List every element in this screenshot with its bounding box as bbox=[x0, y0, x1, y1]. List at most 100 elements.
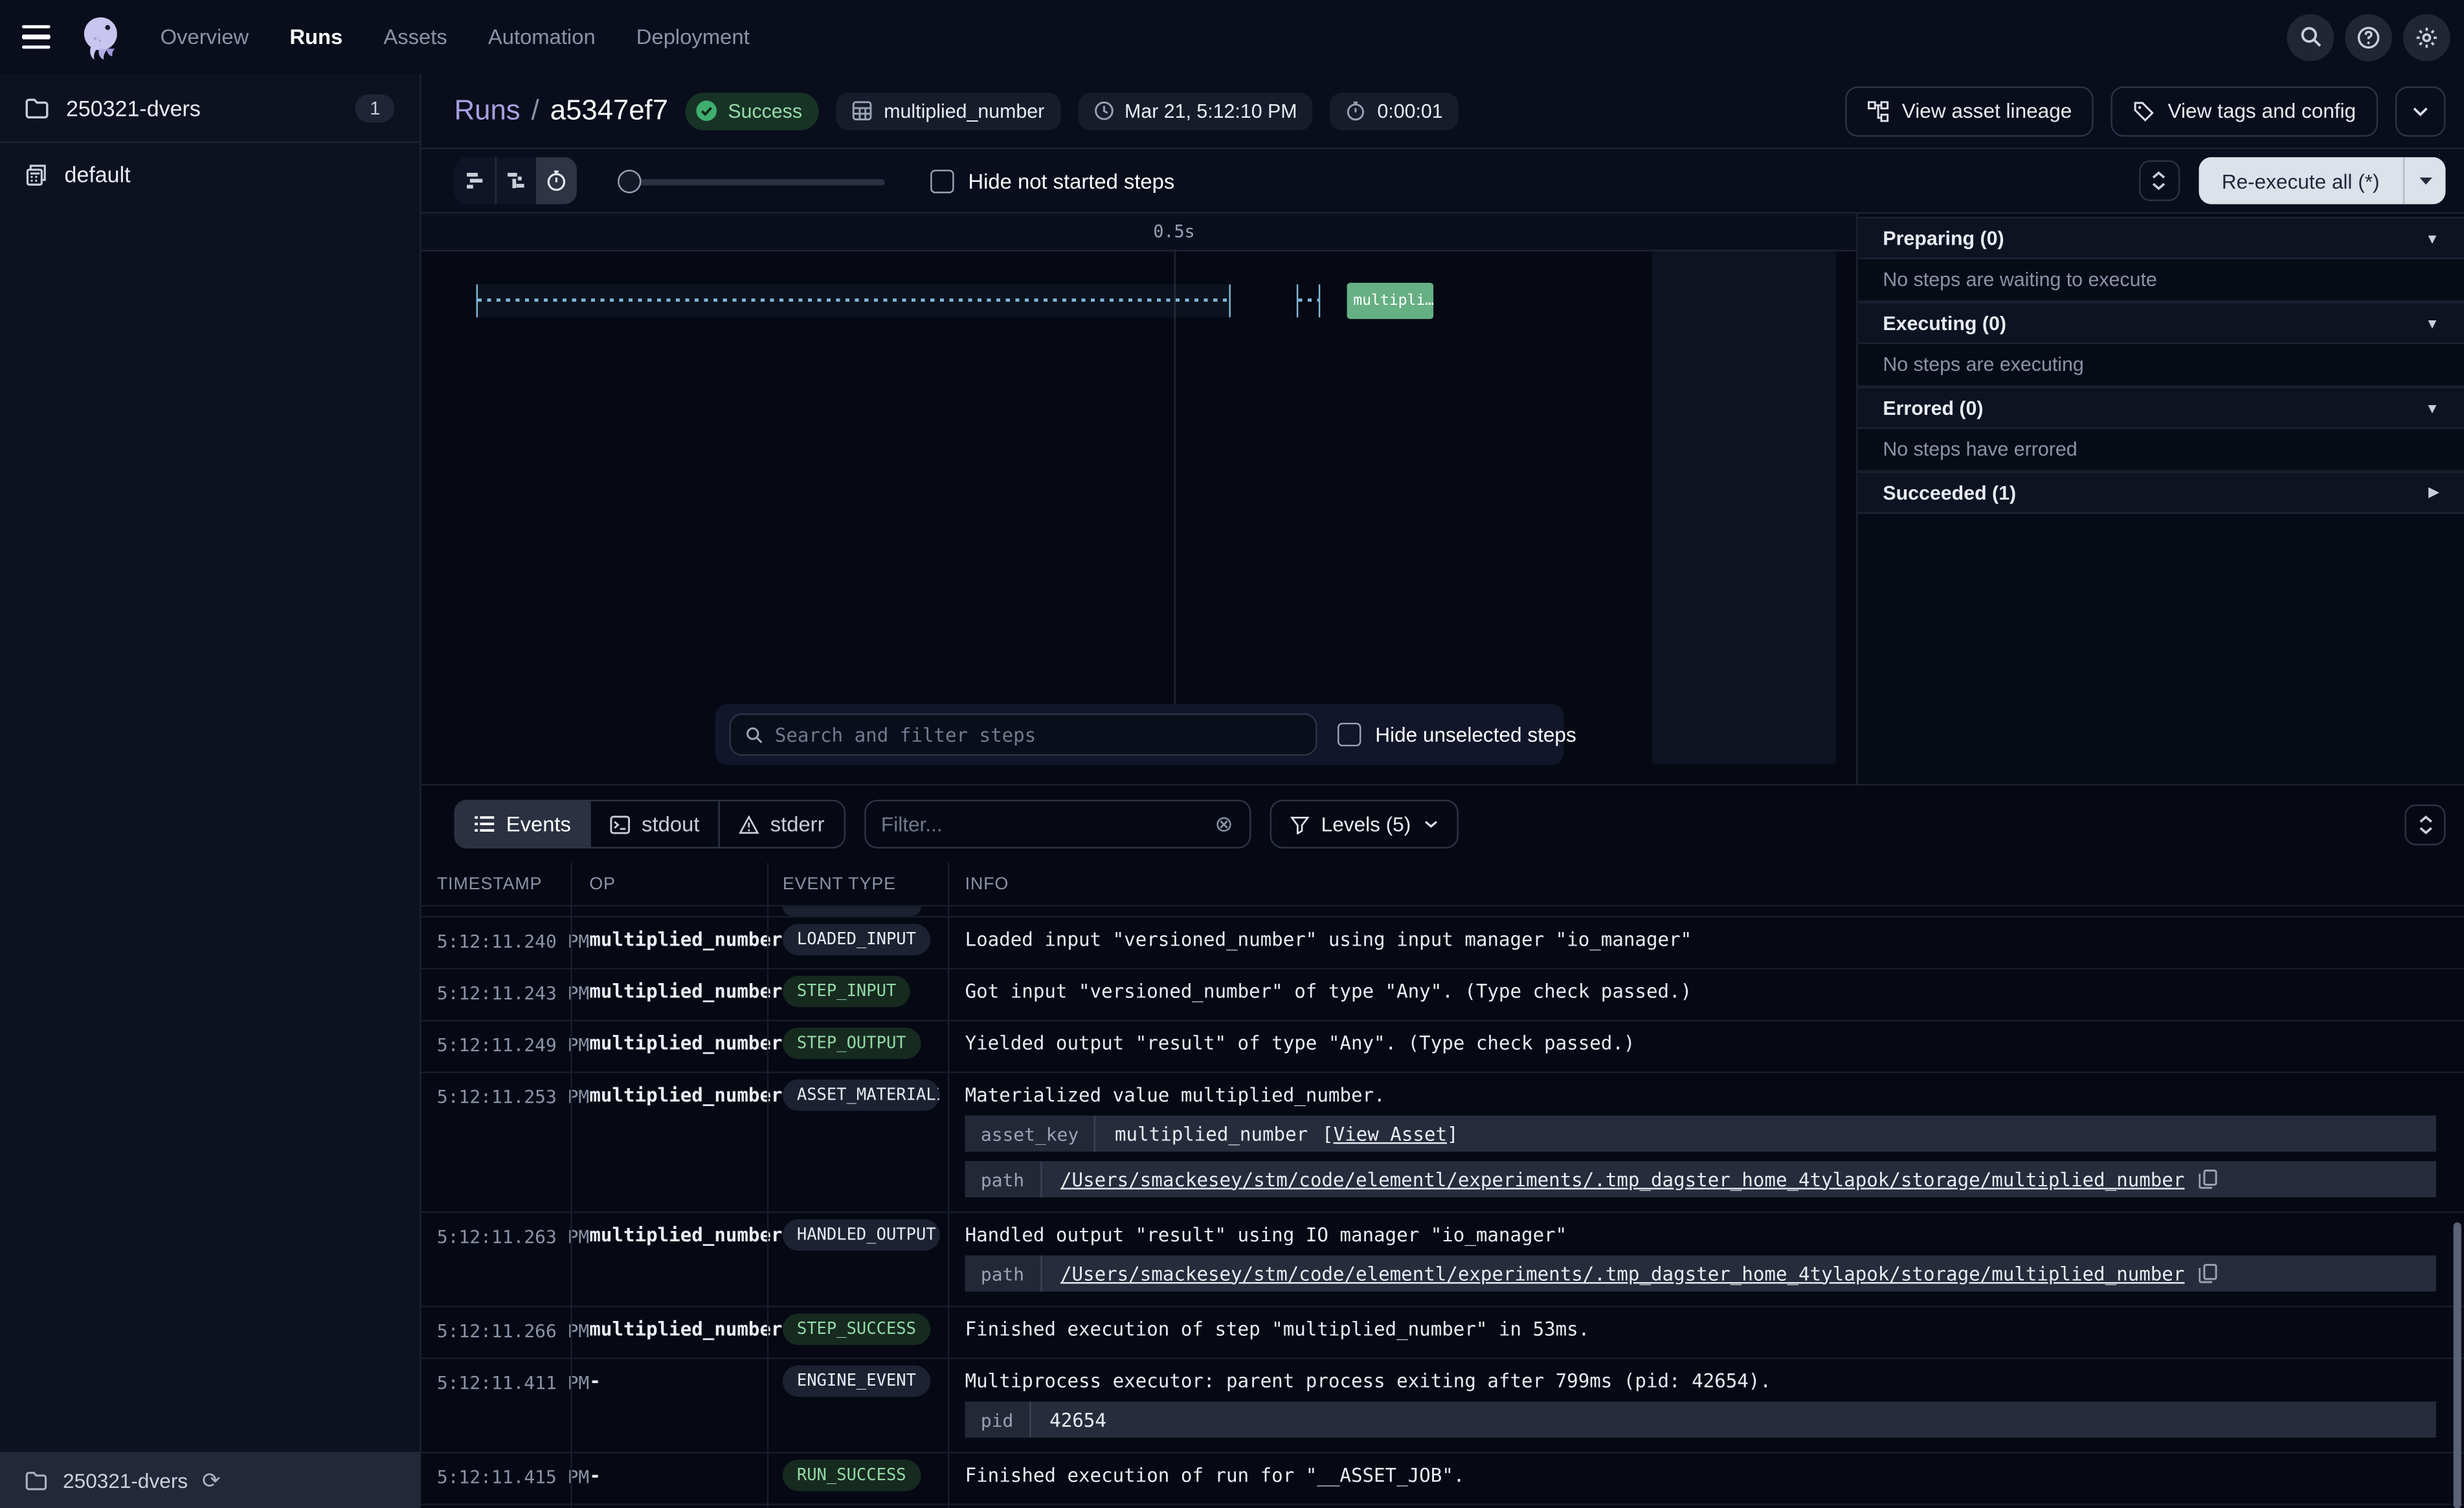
hide-unselected-checkbox-row[interactable]: Hide unselected steps bbox=[1338, 723, 1576, 746]
settings-gear-icon[interactable] bbox=[2403, 14, 2450, 61]
event-type-cell: RUN_SUCCESS bbox=[767, 1454, 948, 1504]
event-info-cell: Materialized value multiplied_number. as… bbox=[948, 1073, 2464, 1212]
dagster-logo-icon[interactable] bbox=[76, 12, 126, 62]
event-timestamp: 5:12:11.415 PM bbox=[421, 1454, 571, 1504]
flat-view-button[interactable] bbox=[454, 157, 495, 205]
partially-scrolled-row bbox=[421, 907, 2464, 918]
nav-icon-buttons bbox=[2287, 14, 2450, 61]
run-more-actions-button[interactable] bbox=[2395, 85, 2446, 136]
copy-icon[interactable] bbox=[2199, 1263, 2217, 1284]
event-metadata-row: pid 42654 bbox=[965, 1402, 2436, 1438]
terminal-icon bbox=[610, 815, 631, 834]
reload-repo-icon[interactable]: ⟳ bbox=[202, 1469, 220, 1491]
reexecute-dropdown-button[interactable] bbox=[2403, 157, 2446, 205]
log-filter-input[interactable]: Filter... ⊗ bbox=[864, 800, 1250, 848]
event-info-text: Got input "versioned_number" of type "An… bbox=[965, 981, 2436, 1003]
event-type-badge: ASSET_MATERIALI… bbox=[783, 1080, 940, 1111]
event-metadata-row: path /Users/smackesey/stm/code/elementl/… bbox=[965, 1161, 2436, 1197]
status-section-header[interactable]: Preparing (0) ▼ bbox=[1858, 217, 2464, 260]
metadata-value: multiplied_number [View Asset] bbox=[1096, 1123, 1459, 1145]
repo-count-badge: 1 bbox=[355, 93, 394, 122]
event-metadata-row: asset_key multiplied_number [View Asset] bbox=[965, 1116, 2436, 1152]
waterfall-view-button[interactable] bbox=[495, 157, 536, 205]
event-type-cell: ENGINE_EVENT bbox=[767, 1359, 948, 1452]
nav-item-automation[interactable]: Automation bbox=[488, 25, 596, 49]
view-tags-config-button[interactable]: View tags and config bbox=[2111, 85, 2378, 136]
metadata-value: /Users/smackesey/stm/code/elementl/exper… bbox=[1042, 1263, 2218, 1285]
event-op: multiplied_number bbox=[570, 1307, 767, 1358]
breadcrumb-runs-link[interactable]: Runs bbox=[454, 94, 521, 128]
view-asset-lineage-button[interactable]: View asset lineage bbox=[1845, 85, 2094, 136]
event-type-cell: ENGINE_EVENT bbox=[767, 1505, 948, 1508]
event-type-cell: ASSET_MATERIALI… bbox=[767, 1073, 948, 1212]
metadata-key: asset_key bbox=[965, 1116, 1096, 1152]
repo-name-label: 250321-dvers bbox=[66, 95, 340, 120]
hamburger-menu-icon[interactable] bbox=[22, 18, 60, 56]
event-info-cell: Finished execution of run for "__ASSET_J… bbox=[948, 1454, 2464, 1504]
search-icon[interactable] bbox=[2287, 14, 2334, 61]
nav-item-overview[interactable]: Overview bbox=[161, 25, 249, 49]
gantt-time-axis: 0.5s bbox=[421, 214, 1856, 251]
log-tabs: Events stdout stderr bbox=[454, 800, 845, 848]
section-caret-icon: ▶ bbox=[2428, 484, 2439, 502]
status-section-empty-message: No steps are waiting to execute bbox=[1858, 260, 2464, 302]
clock-icon bbox=[1093, 100, 1114, 121]
tab-stdout[interactable]: stdout bbox=[590, 801, 719, 847]
gantt-step-box[interactable]: multipli… bbox=[1347, 283, 1434, 319]
run-asset-tag[interactable]: multiplied_number bbox=[836, 92, 1060, 129]
gantt-zoom-slider[interactable] bbox=[618, 169, 885, 192]
tab-events[interactable]: Events bbox=[456, 801, 590, 847]
run-time-tag: Mar 21, 5:12:10 PM bbox=[1077, 92, 1313, 129]
status-section-header[interactable]: Succeeded (1) ▶ bbox=[1858, 471, 2464, 514]
sidebar-footer: 250321-dvers ⟳ bbox=[0, 1452, 420, 1508]
event-info-cell: Finished execution of step "multiplied_n… bbox=[948, 1307, 2464, 1358]
hide-not-started-checkbox[interactable] bbox=[930, 169, 954, 192]
gantt-search-panel: Search and filter steps Hide unselected … bbox=[715, 704, 1564, 766]
event-log-row: 5:12:11.253 PM multiplied_number ASSET_M… bbox=[421, 1073, 2464, 1213]
hide-unselected-checkbox[interactable] bbox=[1338, 723, 1361, 746]
levels-dropdown[interactable]: Levels (5) bbox=[1270, 800, 1459, 848]
timed-view-button[interactable] bbox=[536, 157, 577, 205]
events-expand-stepper[interactable] bbox=[2404, 804, 2445, 845]
event-op: multiplied_number bbox=[570, 918, 767, 968]
events-toolbar: Events stdout stderr bbox=[421, 786, 2464, 863]
copy-icon[interactable] bbox=[2199, 1169, 2217, 1190]
clear-filter-icon[interactable]: ⊗ bbox=[1215, 811, 1233, 837]
funnel-icon bbox=[1290, 815, 1308, 834]
step-search-input[interactable]: Search and filter steps bbox=[729, 713, 1317, 756]
events-scrollbar-thumb[interactable] bbox=[2454, 1223, 2461, 1508]
sidebar-repo-row[interactable]: 250321-dvers 1 bbox=[0, 74, 420, 143]
nav-item-assets[interactable]: Assets bbox=[383, 25, 447, 49]
gantt-expand-stepper[interactable] bbox=[2138, 161, 2179, 201]
hide-not-started-checkbox-row[interactable]: Hide not started steps bbox=[930, 169, 1174, 192]
slider-knob[interactable] bbox=[618, 169, 641, 192]
status-section-header[interactable]: Errored (0) ▼ bbox=[1858, 386, 2464, 429]
event-info-cell: Multiprocess executor: parent process ex… bbox=[948, 1359, 2464, 1452]
nav-item-deployment[interactable]: Deployment bbox=[636, 25, 750, 49]
tab-stderr[interactable]: stderr bbox=[719, 801, 844, 847]
warning-icon bbox=[739, 815, 759, 834]
reexecute-all-button[interactable]: Re-execute all (*) bbox=[2198, 157, 2403, 205]
event-info-text: Loaded input "versioned_number" using in… bbox=[965, 929, 2436, 951]
events-table: TIMESTAMP OP EVENT TYPE INFO 5:12:11.240… bbox=[421, 863, 2464, 1508]
status-section-header[interactable]: Executing (0) ▼ bbox=[1858, 302, 2464, 344]
metadata-value: /Users/smackesey/stm/code/elementl/exper… bbox=[1042, 1168, 2218, 1190]
event-info-cell: Got input "versioned_number" of type "An… bbox=[948, 970, 2464, 1020]
step-waiting-bar bbox=[476, 284, 1231, 317]
nav-item-runs[interactable]: Runs bbox=[289, 25, 342, 49]
event-type-cell: STEP_OUTPUT bbox=[767, 1021, 948, 1072]
event-op: - bbox=[570, 1359, 767, 1452]
event-info-cell: Yielded output "result" of type "Any". (… bbox=[948, 1021, 2464, 1072]
job-icon bbox=[25, 162, 49, 186]
asset-grid-icon bbox=[853, 100, 873, 121]
view-asset-link[interactable]: View Asset bbox=[1334, 1123, 1447, 1145]
status-panel-sections: Preparing (0) ▼ No steps are waiting to … bbox=[1858, 217, 2464, 514]
top-navigation: Overview Runs Assets Automation Deployme… bbox=[0, 0, 2464, 74]
check-circle-icon bbox=[695, 99, 718, 122]
tag-icon bbox=[2133, 100, 2155, 122]
event-op: - bbox=[570, 1505, 767, 1508]
event-log-row: 5:12:11.249 PM multiplied_number STEP_OU… bbox=[421, 1021, 2464, 1073]
sidebar-job-default[interactable]: default bbox=[0, 143, 420, 206]
event-log-row: 5:12:11.426 PM - ENGINE_EVENT Process fo… bbox=[421, 1505, 2464, 1508]
help-icon[interactable] bbox=[2345, 14, 2392, 61]
